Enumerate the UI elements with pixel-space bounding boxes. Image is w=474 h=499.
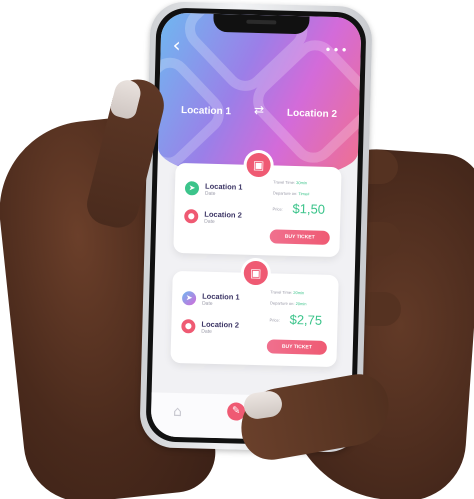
- more-dots-icon[interactable]: •••: [324, 43, 349, 58]
- ticket-card[interactable]: ▣ ➤ Location 1 Date ● Location 2 Date Tr…: [170, 260, 339, 368]
- departure-label: Departure on:: [269, 300, 295, 307]
- chevron-left-icon[interactable]: ‹: [172, 33, 181, 57]
- travel-time-label: Travel Time:: [270, 289, 293, 295]
- app-screen: ‹ ••• Location 1 ⇄ Location 2 ▣ ➤ Locati…: [150, 12, 362, 442]
- travel-time-value: 20min: [293, 289, 305, 296]
- travel-time-label: Travel Time:: [273, 179, 296, 186]
- departure-value: Time#: [298, 191, 310, 197]
- navigation-arrow-icon: ➤: [181, 291, 197, 306]
- home-icon[interactable]: ⌂: [173, 404, 182, 420]
- bus-icon: ▣: [246, 152, 271, 178]
- navigation-arrow-icon: ➤: [184, 181, 200, 196]
- ticket-price: $2,75: [289, 311, 323, 328]
- departure-time: Departure on: Time#: [273, 190, 310, 197]
- travel-time: Travel Time: 30min: [273, 179, 307, 186]
- buy-ticket-button[interactable]: BUY TICKET: [266, 339, 328, 355]
- stop-date: Date: [204, 190, 216, 197]
- travel-time: Travel Time: 20min: [270, 289, 304, 296]
- phone-notch: [213, 13, 310, 35]
- departure-time: Departure on: 20min: [270, 300, 307, 307]
- ticket-price: $1,50: [292, 200, 326, 217]
- buy-ticket-button[interactable]: BUY TICKET: [269, 229, 330, 245]
- swap-arrows-icon[interactable]: ⇄: [254, 103, 264, 117]
- ticket-card[interactable]: ▣ ➤ Location 1 Date ● Location 2 Date Tr…: [173, 152, 342, 258]
- from-location[interactable]: Location 1: [181, 105, 231, 117]
- travel-time-value: 30min: [296, 180, 308, 186]
- departure-stop: ➤ Location 1 Date: [184, 181, 243, 199]
- map-pin-icon: ●: [184, 209, 199, 224]
- stop-date: Date: [201, 328, 212, 335]
- arrival-stop: ● Location 2 Date: [181, 319, 239, 337]
- departure-stop: ➤ Location 1 Date: [181, 291, 240, 309]
- price-label: Price:: [272, 206, 283, 212]
- stop-date: Date: [204, 218, 215, 225]
- speaker-grille: [246, 19, 277, 25]
- arrival-stop: ● Location 2 Date: [184, 209, 242, 227]
- stop-date: Date: [201, 300, 213, 307]
- bus-icon: ▣: [243, 260, 269, 286]
- departure-label: Departure on:: [272, 190, 298, 197]
- to-location[interactable]: Location 2: [287, 108, 337, 120]
- map-pin-icon: ●: [181, 319, 196, 334]
- departure-value: 20min: [295, 301, 307, 307]
- price-label: Price:: [269, 317, 280, 323]
